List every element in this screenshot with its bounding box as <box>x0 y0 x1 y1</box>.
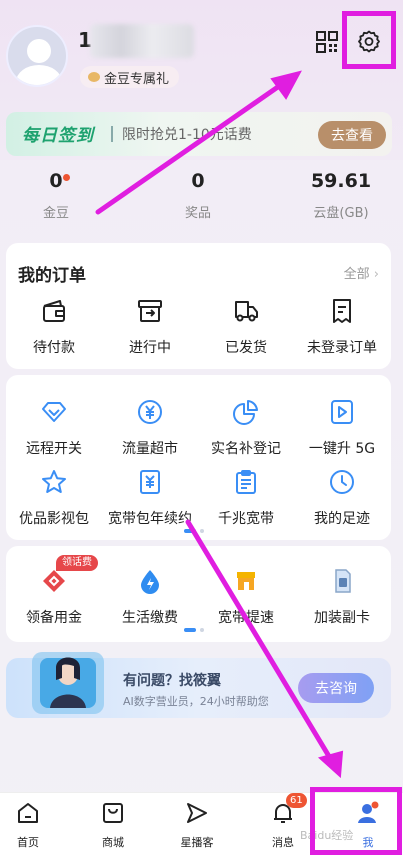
checkin-badge: 每日签到 <box>22 126 94 146</box>
star-icon <box>42 470 66 493</box>
page-indicator <box>184 628 204 632</box>
service-label: 加装副卡 <box>314 610 370 626</box>
stat-cloud-disk[interactable]: 59.61 云盘(GB) <box>296 170 386 221</box>
fee-promo-tag: 领话费 <box>56 555 98 571</box>
orders-all-label: 全部 <box>343 267 370 282</box>
clock-icon <box>330 470 354 494</box>
diamond-icon <box>42 402 66 422</box>
service-bill-pay[interactable]: 生活缴费 <box>102 568 198 627</box>
order-not-logged-in[interactable]: 未登录订单 <box>294 298 390 357</box>
shop-icon <box>237 572 255 590</box>
checkin-promo: 限时抢兑1-10元话费 <box>122 127 252 143</box>
service-label: 宽带提速 <box>218 610 274 626</box>
order-in-progress[interactable]: 进行中 <box>102 298 198 357</box>
tab-podcast[interactable]: 星播客 <box>167 801 227 850</box>
service-label: 实名补登记 <box>211 441 281 457</box>
chevron-right-icon: › <box>373 267 379 282</box>
bean-icon <box>88 72 100 82</box>
consult-button[interactable]: 去咨询 <box>298 673 374 703</box>
stat-value: 0 <box>191 170 205 192</box>
banner-subtitle: AI数字营业员，24小时帮助您 <box>123 695 269 708</box>
bean-tag-label: 金豆专属礼 <box>104 71 170 87</box>
service-upgrade-5g[interactable]: 一键升 5G <box>294 399 390 458</box>
tab-label: 商城 <box>102 836 124 849</box>
checkin-divider <box>111 126 113 142</box>
stat-label: 云盘(GB) <box>313 206 369 221</box>
send-icon <box>187 803 207 823</box>
service-label: 流量超市 <box>122 441 178 457</box>
gear-icon[interactable] <box>357 30 381 54</box>
service-borrow-fund[interactable]: 领备用金 <box>6 568 102 627</box>
stat-value: 59.61 <box>310 170 372 192</box>
service-label: 领备用金 <box>26 610 82 626</box>
page-indicator <box>184 529 204 533</box>
service-add-card[interactable]: 加装副卡 <box>294 568 390 627</box>
order-label: 进行中 <box>129 340 171 356</box>
daily-checkin-banner[interactable]: 每日签到 限时抢兑1-10元话费 去查看 <box>6 112 392 156</box>
wallet-icon <box>43 300 65 322</box>
play-icon <box>331 400 353 424</box>
service-label: 远程开关 <box>26 441 82 457</box>
settings-highlight-box <box>342 11 396 69</box>
me-tab-highlight-box <box>310 787 402 855</box>
assistant-avatar-icon <box>32 652 104 714</box>
avatar[interactable] <box>6 25 68 87</box>
checkin-view-button[interactable]: 去查看 <box>318 121 386 149</box>
service-broadband-renew[interactable]: 宽带包年续约 <box>102 469 198 528</box>
username-blur <box>90 24 194 58</box>
stat-prizes[interactable]: 0 奖品 <box>153 170 243 221</box>
diamond-red-icon <box>43 570 65 592</box>
sim-icon <box>335 569 351 593</box>
tab-home[interactable]: 首页 <box>0 801 58 850</box>
service-remote-switch[interactable]: 远程开关 <box>6 399 102 458</box>
tab-label: 首页 <box>17 836 39 849</box>
stat-label: 金豆 <box>42 206 69 221</box>
order-label: 待付款 <box>33 340 75 356</box>
bag-icon <box>103 803 123 823</box>
service-label: 优品影视包 <box>19 511 89 527</box>
service-label: 生活缴费 <box>122 610 178 626</box>
yen-circle-icon <box>138 400 162 424</box>
stats-row: 0 金豆 0 奖品 59.61 云盘(GB) <box>0 170 403 230</box>
yen-doc-icon <box>140 470 160 494</box>
qr-code-icon[interactable] <box>316 31 338 53</box>
stat-value: 0 <box>49 170 63 192</box>
banner-title: 有问题？找筱翼 <box>123 673 221 689</box>
pie-icon <box>233 400 258 425</box>
service-label: 宽带包年续约 <box>108 511 192 527</box>
service-footprint[interactable]: 我的足迹 <box>294 469 390 528</box>
stat-label: 奖品 <box>184 206 211 221</box>
ai-assistant-banner[interactable]: 有问题？找筱翼 AI数字营业员，24小时帮助您 去咨询 <box>6 652 391 718</box>
service-label: 一键升 5G <box>308 441 376 457</box>
service-real-name[interactable]: 实名补登记 <box>198 399 294 458</box>
clipboard-icon <box>236 470 256 494</box>
service-gigabit[interactable]: 千兆宽带 <box>198 469 294 528</box>
home-icon <box>18 803 38 823</box>
service-label: 千兆宽带 <box>218 511 274 527</box>
order-label: 已发货 <box>225 340 267 356</box>
order-label: 未登录订单 <box>307 340 377 356</box>
service-data-market[interactable]: 流量超市 <box>102 399 198 458</box>
bean-gift-tag[interactable]: 金豆专属礼 <box>80 66 180 88</box>
orders-title: 我的订单 <box>18 266 86 286</box>
truck-icon <box>235 301 258 322</box>
arrow-head-me-tab <box>317 750 344 779</box>
order-shipped[interactable]: 已发货 <box>198 298 294 357</box>
services-card: 远程开关 流量超市 实名补登记 一键升 5G 优品影视包 宽带包年续约 千兆宽带… <box>6 375 391 540</box>
orders-all-link[interactable]: 全部 › <box>344 263 379 282</box>
order-pending-payment[interactable]: 待付款 <box>6 298 102 357</box>
service-label: 我的足迹 <box>314 511 370 527</box>
service-video-pack[interactable]: 优品影视包 <box>6 469 102 528</box>
box-icon <box>138 300 162 322</box>
stat-gold-beans[interactable]: 0 金豆 <box>11 170 101 221</box>
tab-label: 星播客 <box>180 836 214 849</box>
doc-icon <box>333 299 351 323</box>
service-speedup[interactable]: 宽带提速 <box>198 568 294 627</box>
stat-notify-dot <box>63 174 70 181</box>
orders-card: 我的订单 全部 › 待付款 进行中 已发货 未登录订单 <box>6 243 391 369</box>
services2-card: 领备用金 领话费 生活缴费 宽带提速 加装副卡 <box>6 546 391 642</box>
drop-icon <box>141 570 159 594</box>
tab-mall[interactable]: 商城 <box>83 801 143 850</box>
message-count-badge: 61 <box>286 793 307 808</box>
